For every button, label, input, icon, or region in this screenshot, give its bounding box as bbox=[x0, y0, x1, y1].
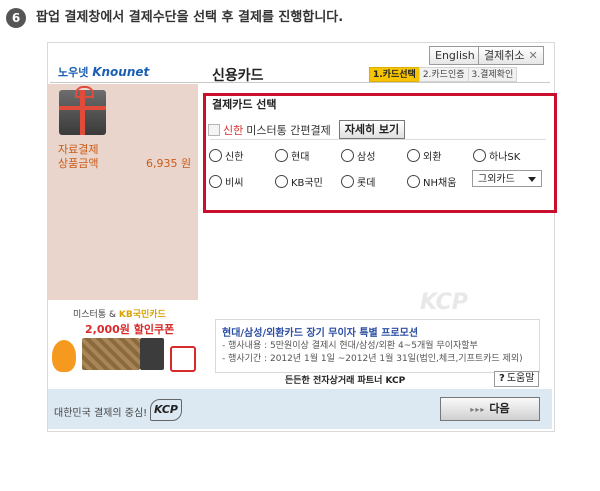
coupon-title: 미스터통 & KB국민카드 bbox=[73, 307, 166, 320]
credit-card-image bbox=[82, 338, 140, 370]
knounet-logo: 노우넷 Knounet bbox=[58, 64, 149, 80]
promotion-period: - 행사기간 : 2012년 1월 1일 ~2012년 1월 31일(법인,체크… bbox=[222, 354, 523, 364]
partner-text: 든든한 전자상거래 파트너 KCP bbox=[285, 376, 406, 386]
progress-steps: 1.카드선택 2.카드인증 3.결제확인 bbox=[369, 67, 518, 82]
gift-box-icon bbox=[59, 86, 106, 135]
card-label: 롯데 bbox=[357, 178, 376, 189]
radio-icon bbox=[275, 149, 288, 162]
close-icon: ✕ bbox=[528, 49, 538, 62]
promotion-detail: - 행사내용 : 5만원이상 결제시 현대/삼성/외환 4~5개월 무이자할부 bbox=[222, 341, 478, 351]
card-option-bc[interactable]: 비씨 bbox=[209, 174, 243, 189]
radio-icon bbox=[473, 149, 486, 162]
selection-divider bbox=[210, 139, 546, 140]
radio-icon bbox=[209, 149, 222, 162]
coupon-stamp-icon bbox=[170, 346, 196, 372]
credit-card-image-2 bbox=[140, 338, 164, 370]
help-icon: ? bbox=[499, 373, 505, 384]
radio-icon bbox=[341, 175, 354, 188]
logo-en: Knounet bbox=[92, 65, 150, 79]
help-button[interactable]: ? 도움말 bbox=[494, 371, 540, 387]
card-option-samsung[interactable]: 삼성 bbox=[341, 148, 375, 163]
step-instruction: 팝업 결제창에서 결제수단을 선택 후 결제를 진행합니다. bbox=[36, 10, 344, 25]
promotion-title: 현대/삼성/외환카드 장기 무이자 특별 프로모션 bbox=[222, 328, 419, 339]
step-card-select: 1.카드선택 bbox=[369, 67, 420, 82]
card-option-hanask[interactable]: 하나SK bbox=[473, 148, 520, 163]
coupon-title-text: 미스터통 & bbox=[73, 310, 116, 320]
easy-pay-row: 신한 미스터통 간편결제 자세히 보기 bbox=[208, 120, 406, 139]
easy-pay-label: 미스터통 간편결제 bbox=[246, 123, 331, 137]
detail-view-button[interactable]: 자세히 보기 bbox=[338, 120, 406, 139]
amount-value: 6,935 원 bbox=[146, 157, 192, 170]
step-number: 6 bbox=[6, 8, 26, 28]
amount-label: 상품금액 bbox=[58, 157, 99, 170]
other-card-select[interactable]: 그외카드 bbox=[472, 170, 542, 187]
step-card-auth: 2.카드인증 bbox=[418, 67, 469, 82]
card-option-shinhan[interactable]: 신한 bbox=[209, 148, 243, 163]
card-selection-title: 결제카드 선택 bbox=[212, 98, 277, 111]
cancel-button-label: 결제취소 bbox=[484, 49, 525, 62]
help-label: 도움말 bbox=[506, 373, 535, 384]
logo-ko: 노우넷 bbox=[58, 66, 89, 79]
easy-pay-card: 신한 bbox=[223, 123, 244, 137]
radio-icon bbox=[275, 175, 288, 188]
next-button[interactable]: ▸▸▸ 다음 bbox=[440, 397, 540, 421]
card-option-lotte[interactable]: 롯데 bbox=[341, 174, 375, 189]
kcp-logo: KCP bbox=[150, 399, 182, 421]
card-option-hyundai[interactable]: 현대 bbox=[275, 148, 309, 163]
card-label: 현대 bbox=[291, 152, 310, 163]
card-option-nh[interactable]: NH채움 bbox=[407, 174, 456, 189]
arrow-icon: ▸▸▸ bbox=[470, 405, 486, 414]
chevron-down-icon bbox=[528, 177, 536, 182]
mascot-icon bbox=[52, 340, 76, 372]
radio-icon bbox=[341, 149, 354, 162]
radio-icon bbox=[209, 175, 222, 188]
cancel-payment-button[interactable]: 결제취소 ✕ bbox=[478, 46, 544, 65]
footer-slogan: 대한민국 결제의 중심! bbox=[54, 408, 148, 419]
kb-card-logo: KB국민카드 bbox=[118, 310, 166, 320]
card-option-kb[interactable]: KB국민 bbox=[275, 174, 323, 189]
coupon-amount: 2,000원 할인쿠폰 bbox=[85, 323, 175, 336]
radio-icon bbox=[407, 149, 420, 162]
next-button-label: 다음 bbox=[489, 402, 510, 415]
card-label: NH채움 bbox=[423, 178, 457, 189]
card-label: 비씨 bbox=[225, 178, 244, 189]
step-confirm: 3.결제확인 bbox=[467, 67, 518, 82]
card-label: KB국민 bbox=[291, 178, 323, 189]
title-divider bbox=[50, 82, 550, 83]
card-label: 신한 bbox=[225, 152, 244, 163]
easy-pay-checkbox[interactable] bbox=[208, 123, 220, 136]
card-label: 외환 bbox=[423, 152, 442, 163]
card-label: 삼성 bbox=[357, 152, 376, 163]
radio-icon bbox=[407, 175, 420, 188]
card-option-oehwan[interactable]: 외환 bbox=[407, 148, 441, 163]
other-card-label: 그외카드 bbox=[478, 174, 515, 185]
card-label: 하나SK bbox=[489, 152, 521, 163]
english-button[interactable]: English bbox=[429, 46, 481, 65]
english-button-label: English bbox=[435, 49, 475, 62]
kcp-watermark: KCP bbox=[420, 290, 468, 315]
